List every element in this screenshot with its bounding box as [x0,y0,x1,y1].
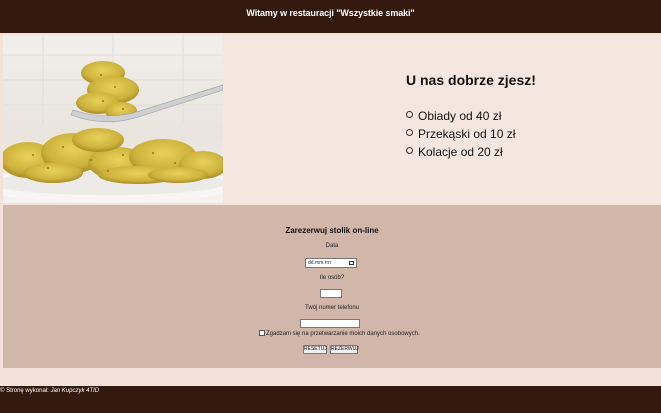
list-item: Obiady od 40 zł [406,107,515,125]
count-label: Ile osób? [319,275,345,281]
offer-item-label: Kolacje od 20 zł [418,145,503,159]
date-input[interactable]: dd.mm.rrrr [305,258,357,268]
footer-author: Jan Kupczyk 4TID [50,388,100,394]
calendar-icon[interactable] [349,261,354,265]
header-banner: Witamy w restauracji "Wszystkie smaki" [0,0,661,33]
reserve-button[interactable]: REZERWUJ [330,345,359,354]
form-title: Zarezerwuj stolik on-line [285,226,379,235]
offer-list: Obiady od 40 zł Przekąski od 10 zł Kolac… [406,107,515,161]
people-count-input[interactable] [320,289,342,298]
footer-credit: © Stronę wykonał: Jan Kupczyk 4TID [0,388,99,394]
phone-label: Twój numer telefonu [304,305,360,311]
pasta-photo [3,35,223,203]
footer: © Stronę wykonał: Jan Kupczyk 4TID [0,386,661,413]
offer-section: U nas dobrze zjesz! Obiady od 40 zł Prze… [223,35,661,203]
offer-item-label: Przekąski od 10 zł [418,127,516,141]
reset-button[interactable]: RESETUJ [303,345,327,354]
offer-item-label: Obiady od 40 zł [418,109,502,123]
list-item: Kolacje od 20 zł [406,143,515,161]
bullet-icon [406,111,413,118]
bullet-icon [406,129,413,136]
consent-checkbox[interactable] [259,330,265,336]
offer-heading: U nas dobrze zjesz! [406,72,536,88]
bullet-icon [406,147,413,154]
pasta-image [3,35,223,203]
date-label: Data [325,243,339,249]
reservation-form: Zarezerwuj stolik on-line Data dd.mm.rrr… [3,205,661,368]
footer-prefix: © Stronę wykonał: [0,388,49,394]
page-title: Witamy w restauracji "Wszystkie smaki" [246,8,415,18]
list-item: Przekąski od 10 zł [406,125,515,143]
phone-input[interactable] [300,319,360,328]
consent-row: Zgadzam się na przetwarzanie moich danyc… [259,330,420,337]
date-placeholder: dd.mm.rrrr [308,260,332,266]
consent-label: Zgadzam się na przetwarzanie moich danyc… [266,331,420,337]
